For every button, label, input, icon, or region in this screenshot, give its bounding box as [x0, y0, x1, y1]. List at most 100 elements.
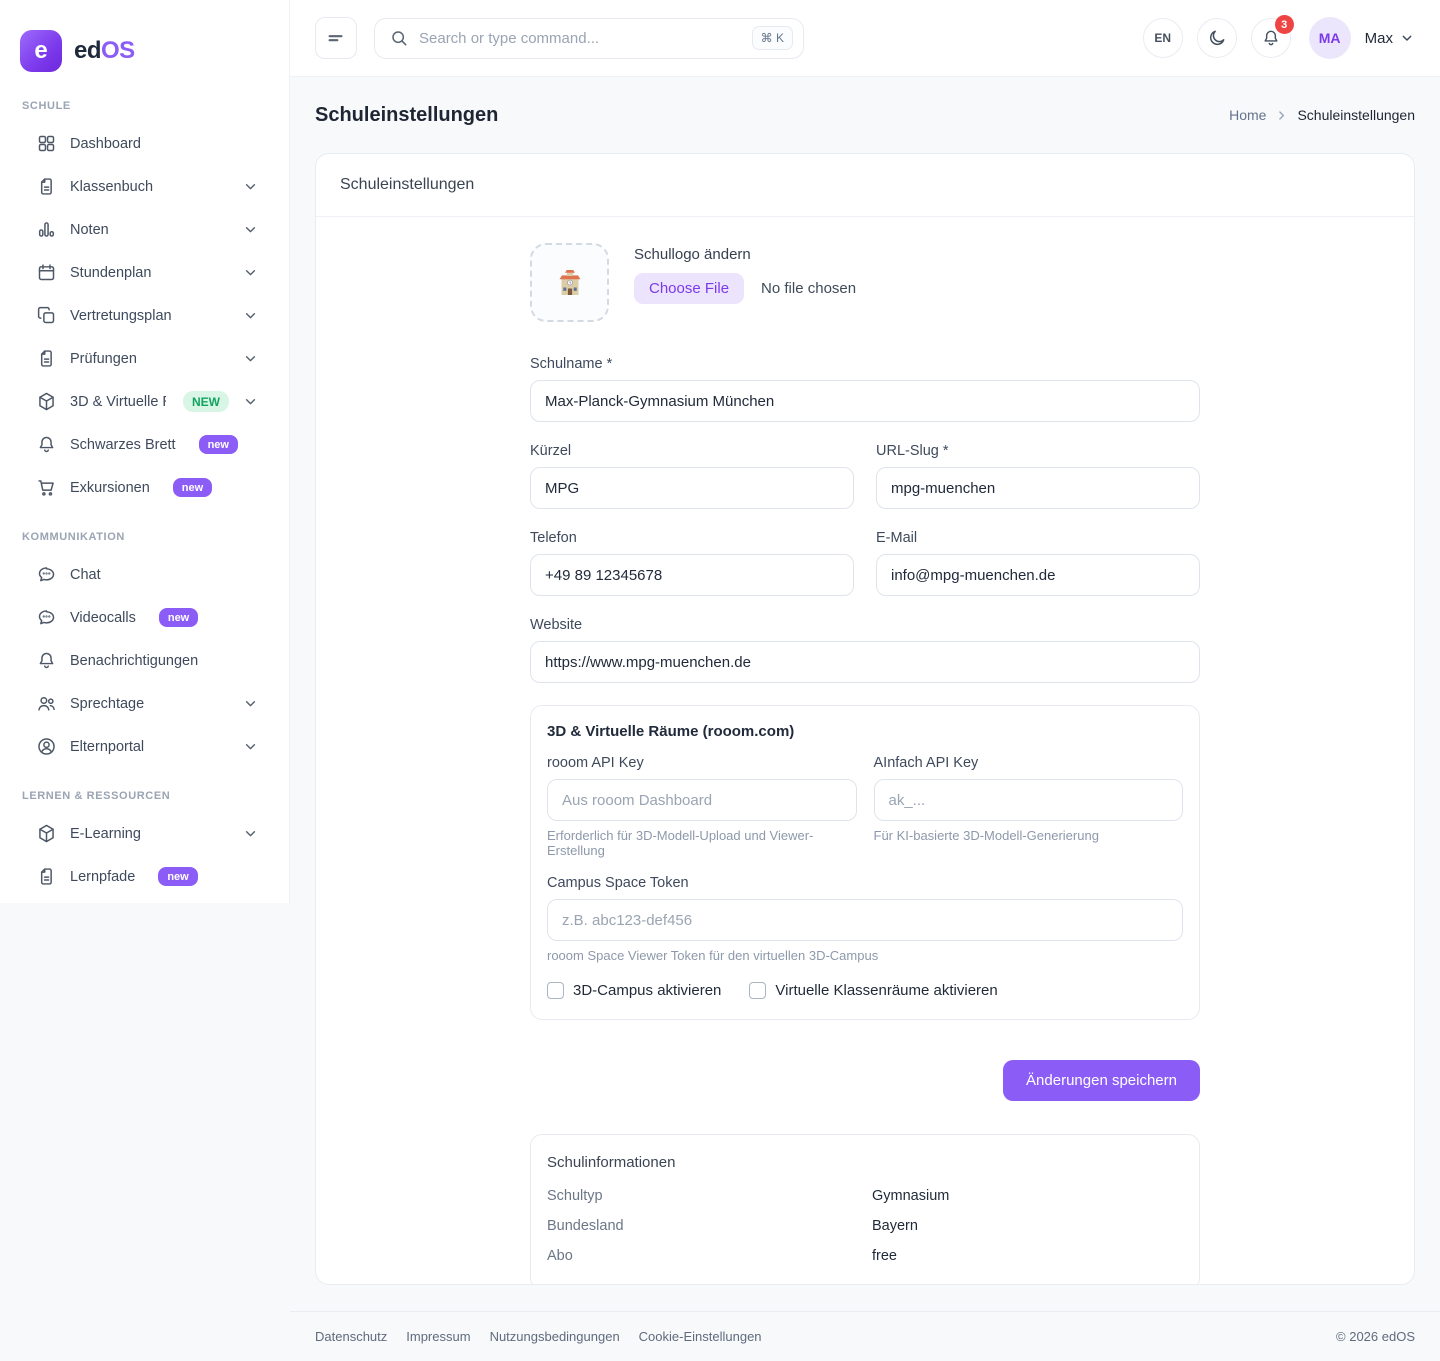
- school-logo-section: Schullogo ändern Choose File No file cho…: [530, 243, 1200, 322]
- copyright-text: © 2026 edOS: [1336, 1329, 1415, 1344]
- info-row-abo: Abo free: [547, 1241, 1183, 1271]
- moon-icon: [1207, 28, 1227, 48]
- 3d-campus-checkbox-label: 3D-Campus aktivieren: [573, 982, 721, 999]
- bar-chart-icon: [36, 219, 57, 240]
- kuerzel-input[interactable]: [530, 467, 854, 509]
- save-button[interactable]: Änderungen speichern: [1003, 1060, 1200, 1101]
- campus-token-label: Campus Space Token: [547, 875, 1183, 891]
- sidebar-section-lernen: LERNEN & RESSOURCEN: [22, 790, 269, 802]
- user-menu[interactable]: Max: [1365, 30, 1415, 47]
- field-ainfach-api-key: AInfach API Key Für KI-basierte 3D-Model…: [874, 755, 1184, 858]
- website-input[interactable]: [530, 641, 1200, 683]
- document-icon: [36, 176, 57, 197]
- schulname-input[interactable]: [530, 380, 1200, 422]
- telefon-label: Telefon: [530, 530, 854, 546]
- sidebar-section-kommunikation: KOMMUNIKATION: [22, 531, 269, 543]
- sidebar-section-schule: SCHULE: [22, 100, 269, 112]
- sidebar-item-klassenbuch[interactable]: Klassenbuch: [20, 165, 269, 208]
- sidebar-item-elternportal[interactable]: Elternportal: [20, 725, 269, 768]
- chevron-down-icon: [242, 738, 259, 755]
- document-icon: [36, 866, 57, 887]
- info-row-schultyp: Schultyp Gymnasium: [547, 1181, 1183, 1211]
- rooom-api-input[interactable]: [547, 779, 857, 821]
- campus-token-hint: rooom Space Viewer Token für den virtuel…: [547, 948, 1183, 963]
- field-schulname: Schulname *: [530, 356, 1200, 422]
- sidebar-item-stundenplan[interactable]: Stundenplan: [20, 251, 269, 294]
- chat-icon: [36, 564, 57, 585]
- file-status-text: No file chosen: [761, 280, 856, 297]
- rooom-panel: 3D & Virtuelle Räume (rooom.com) rooom A…: [530, 705, 1200, 1020]
- virtuelle-klassenraeume-checkbox-label: Virtuelle Klassenräume aktivieren: [775, 982, 997, 999]
- sidebar-item-elearning[interactable]: E-Learning: [20, 812, 269, 855]
- avatar[interactable]: MA: [1309, 17, 1351, 59]
- card-title: Schuleinstellungen: [316, 154, 1414, 217]
- sidebar-toggle-button[interactable]: [315, 17, 357, 59]
- email-input[interactable]: [876, 554, 1200, 596]
- settings-form: Schullogo ändern Choose File No file cho…: [530, 243, 1200, 1285]
- field-campus-token: Campus Space Token rooom Space Viewer To…: [547, 875, 1183, 963]
- search-bar: ⌘ K: [374, 18, 804, 59]
- breadcrumb: Home Schuleinstellungen: [1229, 107, 1415, 123]
- chevron-down-icon: [242, 178, 259, 195]
- keyboard-shortcut-badge: ⌘ K: [752, 26, 793, 50]
- field-url-slug: URL-Slug *: [876, 443, 1200, 509]
- 3d-campus-checkbox[interactable]: [547, 982, 564, 999]
- brand-logo[interactable]: e edOS: [20, 30, 269, 72]
- sidebar-item-sprechtage[interactable]: Sprechtage: [20, 682, 269, 725]
- rooom-api-label: rooom API Key: [547, 755, 857, 771]
- settings-card: Schuleinstellungen: [315, 153, 1415, 1285]
- chevron-down-icon: [242, 307, 259, 324]
- sidebar-item-pruefungen[interactable]: Prüfungen: [20, 337, 269, 380]
- dark-mode-button[interactable]: [1197, 18, 1237, 58]
- notifications-button[interactable]: 3: [1251, 18, 1291, 58]
- sidebar-item-exkursionen[interactable]: Exkursionen new: [20, 466, 269, 509]
- sidebar-item-3d-virtuelle-raeume[interactable]: 3D & Virtuelle Räu NEW: [20, 380, 269, 423]
- choose-file-button[interactable]: Choose File: [634, 273, 744, 304]
- new-badge: new: [159, 608, 198, 627]
- page-title: Schuleinstellungen: [315, 104, 498, 127]
- telefon-input[interactable]: [530, 554, 854, 596]
- sidebar-item-lernpfade[interactable]: Lernpfade new: [20, 855, 269, 898]
- cart-icon: [36, 477, 57, 498]
- sidebar-item-chat[interactable]: Chat: [20, 553, 269, 596]
- kuerzel-label: Kürzel: [530, 443, 854, 459]
- virtuelle-klassenraeume-checkbox[interactable]: [749, 982, 766, 999]
- bell-icon: [36, 650, 57, 671]
- footer-link-impressum[interactable]: Impressum: [406, 1329, 470, 1344]
- sidebar-item-vertretungsplan[interactable]: Vertretungsplan: [20, 294, 269, 337]
- menu-icon: [325, 27, 347, 49]
- sidebar-item-benachrichtigungen[interactable]: Benachrichtigungen: [20, 639, 269, 682]
- footer-link-cookie-einstellungen[interactable]: Cookie-Einstellungen: [639, 1329, 762, 1344]
- new-badge: new: [173, 478, 212, 497]
- chat-icon: [36, 607, 57, 628]
- ainfach-api-label: AInfach API Key: [874, 755, 1184, 771]
- field-website: Website: [530, 617, 1200, 683]
- notification-count-badge: 3: [1275, 15, 1294, 34]
- search-input[interactable]: [419, 30, 742, 47]
- breadcrumb-home-link[interactable]: Home: [1229, 107, 1266, 123]
- bell-icon: [36, 434, 57, 455]
- copy-icon: [36, 305, 57, 326]
- school-building-icon: [554, 267, 586, 299]
- cube-icon: [36, 391, 57, 412]
- sidebar-item-noten[interactable]: Noten: [20, 208, 269, 251]
- sidebar-item-videocalls[interactable]: Videocalls new: [20, 596, 269, 639]
- chevron-down-icon: [242, 695, 259, 712]
- sidebar-item-schwarzes-brett[interactable]: Schwarzes Brett new: [20, 423, 269, 466]
- footer-link-datenschutz[interactable]: Datenschutz: [315, 1329, 387, 1344]
- footer-link-nutzungsbedingungen[interactable]: Nutzungsbedingungen: [490, 1329, 620, 1344]
- language-button[interactable]: EN: [1143, 18, 1183, 58]
- logo-upload-dropzone[interactable]: [530, 243, 609, 322]
- sidebar-item-dashboard[interactable]: Dashboard: [20, 122, 269, 165]
- ainfach-api-input[interactable]: [874, 779, 1184, 821]
- email-label: E-Mail: [876, 530, 1200, 546]
- field-kuerzel: Kürzel: [530, 443, 854, 509]
- page-header: Schuleinstellungen Home Schuleinstellung…: [290, 77, 1440, 153]
- chevron-right-icon: [1275, 109, 1288, 122]
- chevron-down-icon: [242, 350, 259, 367]
- schulname-label: Schulname *: [530, 356, 1200, 372]
- campus-token-input[interactable]: [547, 899, 1183, 941]
- url-slug-input[interactable]: [876, 467, 1200, 509]
- ainfach-api-hint: Für KI-basierte 3D-Modell-Generierung: [874, 828, 1184, 843]
- field-telefon: Telefon: [530, 530, 854, 596]
